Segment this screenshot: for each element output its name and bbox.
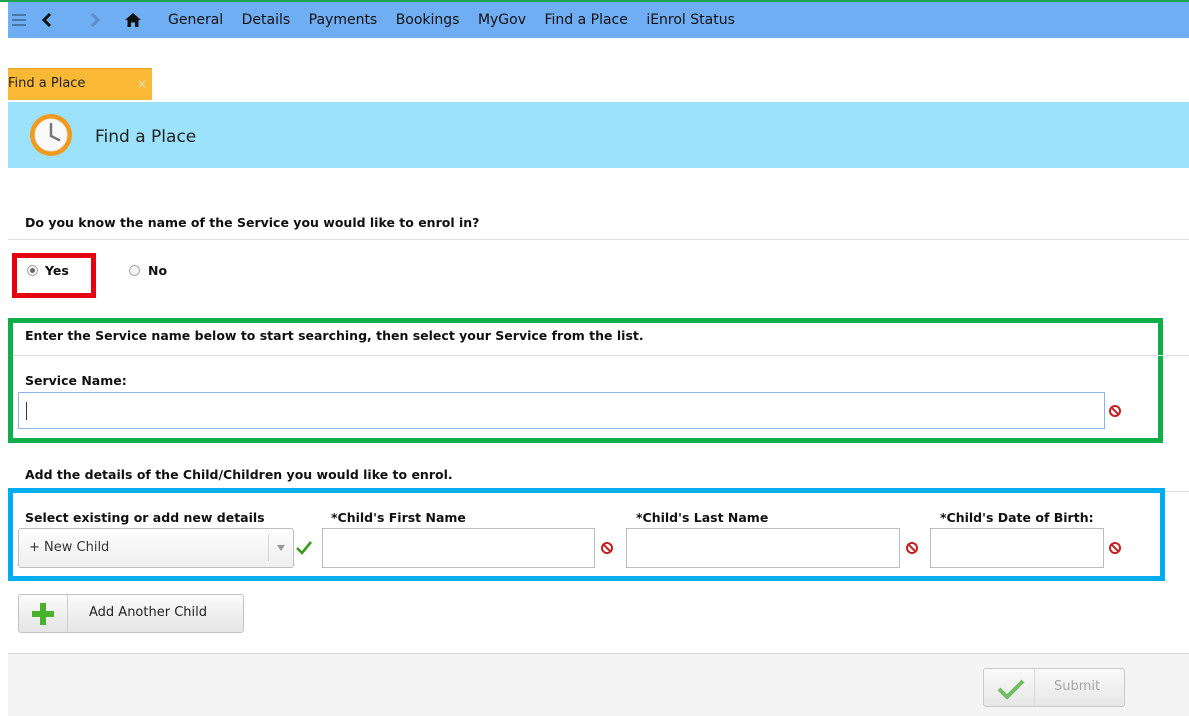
nav-ienrol-status[interactable]: iEnrol Status: [646, 12, 735, 28]
back-icon[interactable]: [42, 13, 52, 27]
select-existing-label: Select existing or add new details: [25, 510, 265, 525]
dob-input[interactable]: [930, 528, 1104, 568]
last-name-label: *Child's Last Name: [636, 510, 769, 525]
page-header: Find a Place: [8, 102, 1189, 168]
nav-general[interactable]: General: [168, 12, 223, 28]
clear-icon[interactable]: [1109, 542, 1121, 554]
checkmark-icon: [296, 541, 312, 555]
top-nav-bar: General Details Payments Bookings MyGov …: [8, 2, 1189, 38]
no-label[interactable]: No: [148, 263, 167, 278]
child-select-dropdown[interactable]: + New Child: [18, 528, 294, 568]
forward-icon[interactable]: [90, 13, 100, 27]
submit-button[interactable]: Submit: [983, 668, 1125, 707]
divider: [1034, 669, 1035, 706]
nav-find-a-place[interactable]: Find a Place: [544, 12, 627, 28]
service-known-question: Do you know the name of the Service you …: [25, 215, 480, 230]
close-icon[interactable]: ×: [137, 77, 147, 91]
clear-icon[interactable]: [601, 542, 613, 554]
checkmark-icon: [997, 679, 1025, 699]
first-name-label: *Child's First Name: [331, 510, 466, 525]
divider: [67, 595, 68, 632]
divider: [13, 355, 1189, 356]
child-select-value: + New Child: [29, 540, 110, 555]
divider: [8, 239, 1189, 240]
home-icon[interactable]: [124, 12, 142, 28]
no-radio[interactable]: [129, 265, 140, 276]
nav-bookings[interactable]: Bookings: [396, 12, 460, 28]
yes-label[interactable]: Yes: [45, 263, 69, 278]
tab-label: Find a Place: [8, 76, 86, 91]
yes-radio[interactable]: [27, 265, 38, 276]
first-name-input[interactable]: [322, 528, 595, 568]
menu-icon[interactable]: [12, 14, 26, 26]
add-another-child-label: Add Another Child: [89, 605, 207, 620]
text-cursor: [26, 402, 27, 420]
dob-label: *Child's Date of Birth:: [940, 510, 1094, 525]
submit-label: Submit: [1054, 679, 1101, 694]
service-name-label: Service Name:: [25, 373, 127, 388]
nav-links: General Details Payments Bookings MyGov …: [168, 2, 749, 38]
children-heading: Add the details of the Child/Children yo…: [25, 467, 453, 482]
plus-icon: [32, 603, 54, 625]
nav-mygov[interactable]: MyGov: [478, 12, 526, 28]
chevron-down-icon[interactable]: [277, 545, 285, 551]
page-title: Find a Place: [95, 127, 197, 147]
dropdown-divider: [268, 535, 269, 561]
last-name-input[interactable]: [626, 528, 900, 568]
service-instruction: Enter the Service name below to start se…: [25, 328, 644, 343]
nav-details[interactable]: Details: [242, 12, 291, 28]
clock-icon: [30, 114, 72, 156]
nav-payments[interactable]: Payments: [309, 12, 378, 28]
clear-icon[interactable]: [1109, 405, 1121, 417]
service-name-input[interactable]: [18, 392, 1105, 429]
add-another-child-button[interactable]: Add Another Child: [18, 594, 244, 633]
clear-icon[interactable]: [906, 542, 918, 554]
tab-find-a-place[interactable]: Find a Place ×: [8, 68, 152, 100]
